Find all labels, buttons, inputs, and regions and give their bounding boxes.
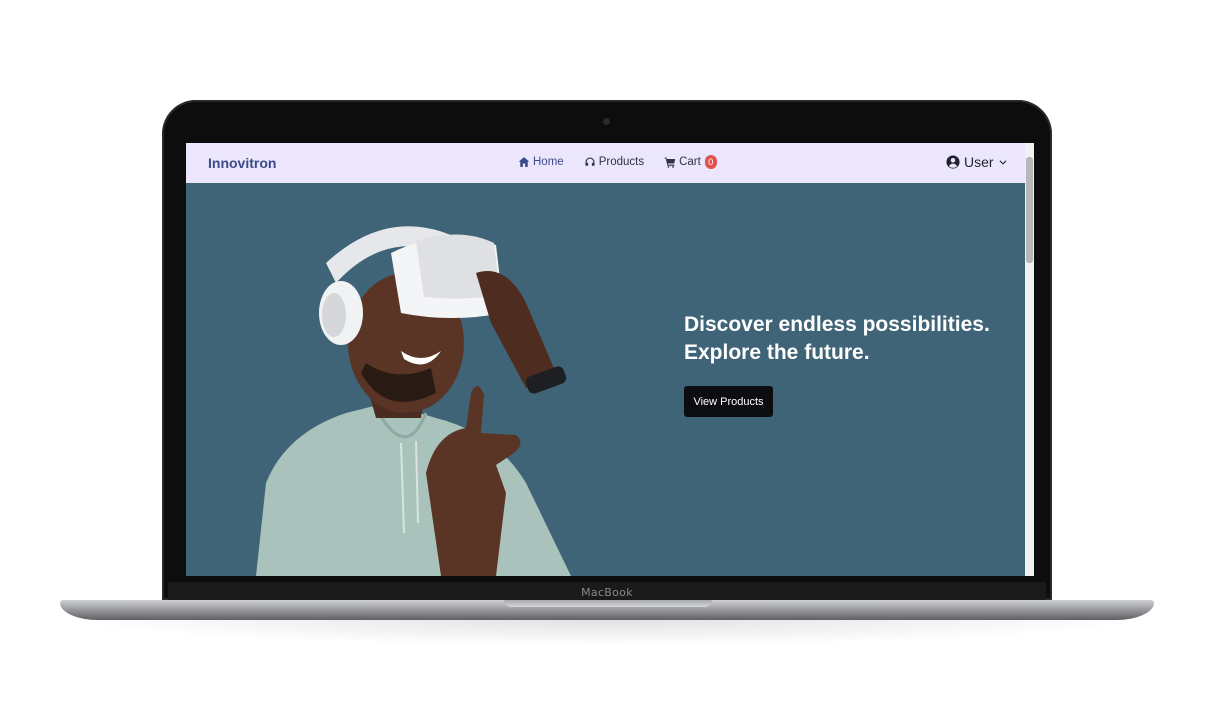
user-circle-icon [946, 155, 960, 169]
nav-link-label: Products [598, 156, 645, 168]
home-icon [518, 157, 530, 167]
nav-link-products[interactable]: Products [584, 156, 644, 168]
cart-count-badge: 0 [704, 155, 717, 169]
cart-icon [664, 157, 676, 168]
user-menu[interactable]: User [946, 154, 1008, 170]
top-navbar: Innovitron Home Products Cart 0 User [186, 143, 1034, 183]
headphones-icon [585, 157, 595, 166]
webcam [603, 118, 610, 125]
hero-text: Discover endless possibilities. Explore … [684, 311, 1004, 367]
browser-viewport: Innovitron Home Products Cart 0 User Dis… [186, 143, 1034, 576]
nav-links: Home Products Cart 0 [518, 155, 717, 169]
laptop-base-notch [504, 600, 712, 607]
user-menu-label: User [964, 154, 994, 170]
hero-vr-person-image [256, 226, 571, 576]
hero-heading-line-2: Explore the future. [684, 341, 870, 364]
laptop-bottom-bezel: MacBook [168, 582, 1046, 602]
hero-heading-line-1: Discover endless possibilities. [684, 313, 990, 336]
nav-link-home[interactable]: Home [518, 156, 564, 168]
nav-link-label: Home [533, 156, 564, 168]
laptop-brand-label: MacBook [581, 585, 633, 599]
laptop-shadow [60, 618, 1154, 646]
scrollbar-thumb[interactable] [1026, 157, 1033, 263]
chevron-down-icon [999, 160, 1007, 165]
page-scrollbar[interactable] [1025, 143, 1034, 576]
view-products-button[interactable]: View Products [684, 386, 773, 417]
site-logo[interactable]: Innovitron [208, 155, 276, 171]
nav-link-label: Cart [679, 156, 701, 168]
nav-link-cart[interactable]: Cart 0 [664, 155, 717, 169]
